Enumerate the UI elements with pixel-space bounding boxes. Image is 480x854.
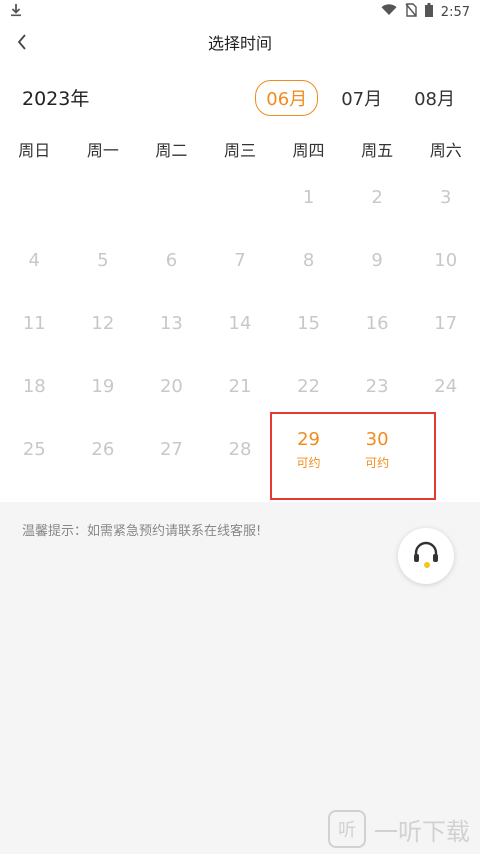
availability-label: 可约 xyxy=(365,455,390,470)
clock-time: 2:57 xyxy=(440,4,470,20)
calendar-panel: 2023年 06月 07月 08月 周日 周一 周二 周三 周四 周五 周六 1… xyxy=(0,64,480,502)
weekday-label: 周二 xyxy=(155,141,188,160)
page-title: 选择时间 xyxy=(207,34,272,53)
day-cell[interactable]: 25 xyxy=(0,418,69,481)
weekday-label: 周一 xyxy=(86,141,119,160)
month-tabs: 06月 07月 08月 xyxy=(255,80,464,116)
day-cell[interactable]: 17 xyxy=(411,292,480,355)
day-cell[interactable]: 30 可约 xyxy=(343,418,412,481)
day-cell[interactable]: 2 xyxy=(343,166,412,229)
day-cell[interactable]: 22 xyxy=(274,355,343,418)
day-cell[interactable]: 7 xyxy=(206,229,275,292)
empty-day-cell xyxy=(69,166,138,229)
day-number: 13 xyxy=(159,313,183,334)
weekday-label: 周三 xyxy=(223,141,256,160)
day-number: 19 xyxy=(91,376,115,397)
day-number: 1 xyxy=(302,187,315,208)
day-cell[interactable]: 18 xyxy=(0,355,69,418)
day-number: 22 xyxy=(297,376,321,397)
day-number: 3 xyxy=(439,187,452,208)
day-cell[interactable]: 16 xyxy=(343,292,412,355)
tip-text: 温馨提示：如需紧急预约请联系在线客服! xyxy=(22,524,262,539)
day-number: 23 xyxy=(365,376,389,397)
watermark-text: 一听下载 xyxy=(374,817,470,846)
day-number: 28 xyxy=(228,439,252,460)
day-cell[interactable]: 8 xyxy=(274,229,343,292)
download-icon xyxy=(10,3,22,21)
day-number: 15 xyxy=(297,313,321,334)
battery-icon xyxy=(424,3,433,21)
watermark: 听 一听下载 xyxy=(328,810,470,848)
day-number: 21 xyxy=(228,376,252,397)
day-cell[interactable]: 1 xyxy=(274,166,343,229)
weekday-label: 周四 xyxy=(292,141,325,160)
day-number: 9 xyxy=(371,250,383,271)
weekday-label: 周五 xyxy=(361,141,394,160)
day-cell[interactable]: 26 xyxy=(69,418,138,481)
day-number: 4 xyxy=(28,250,40,271)
day-cell[interactable]: 28 xyxy=(206,418,275,481)
day-number: 12 xyxy=(91,313,115,334)
day-number: 10 xyxy=(434,250,458,271)
day-number: 20 xyxy=(159,376,183,397)
day-number: 7 xyxy=(234,250,246,271)
day-cell[interactable]: 12 xyxy=(69,292,138,355)
day-number: 18 xyxy=(22,376,46,397)
day-cell[interactable]: 10 xyxy=(411,229,480,292)
availability-label: 可约 xyxy=(296,455,321,470)
headset-icon xyxy=(410,538,442,574)
day-number: 14 xyxy=(228,313,252,334)
status-indicators: 2:57 xyxy=(381,3,470,21)
empty-day-cell xyxy=(0,166,69,229)
day-cell[interactable]: 19 xyxy=(69,355,138,418)
day-cell[interactable]: 4 xyxy=(0,229,69,292)
year-label: 2023年 xyxy=(22,88,90,110)
day-cell[interactable]: 5 xyxy=(69,229,138,292)
day-number: 29 xyxy=(297,428,321,450)
status-bar: 2:57 xyxy=(0,0,480,24)
day-cell[interactable]: 14 xyxy=(206,292,275,355)
customer-service-button[interactable] xyxy=(398,528,454,584)
month-tab-07[interactable]: 07月 xyxy=(332,80,391,116)
empty-day-cell xyxy=(411,418,480,481)
day-number: 16 xyxy=(365,313,389,334)
day-cell[interactable]: 29 可约 xyxy=(274,418,343,481)
wifi-icon xyxy=(381,4,397,20)
day-cell[interactable]: 24 xyxy=(411,355,480,418)
weekday-label: 周六 xyxy=(429,141,462,160)
day-number: 2 xyxy=(371,187,383,208)
day-cell[interactable]: 21 xyxy=(206,355,275,418)
no-sim-icon xyxy=(405,3,417,21)
weekday-label: 周日 xyxy=(18,141,51,160)
day-number: 25 xyxy=(22,439,46,460)
watermark-logo: 听 xyxy=(328,810,366,848)
day-cell[interactable]: 20 xyxy=(137,355,206,418)
month-tab-06[interactable]: 06月 xyxy=(255,80,319,116)
day-number: 30 xyxy=(365,428,389,450)
day-number: 5 xyxy=(97,250,109,271)
day-number: 24 xyxy=(434,376,458,397)
day-number: 27 xyxy=(159,439,183,460)
day-cell[interactable]: 23 xyxy=(343,355,412,418)
day-number: 17 xyxy=(434,313,458,334)
day-number: 8 xyxy=(302,250,315,271)
day-cell[interactable]: 11 xyxy=(0,292,69,355)
day-number: 6 xyxy=(165,250,178,271)
day-grid: 1 2 3 4 5 6 7 8 9 10 11 12 13 14 15 16 17 18 19 20 21 22 23 24 2… xyxy=(0,166,480,481)
day-cell[interactable]: 6 xyxy=(137,229,206,292)
weekday-header: 周日 周一 周二 周三 周四 周五 周六 xyxy=(0,136,480,166)
day-cell[interactable]: 27 xyxy=(137,418,206,481)
month-tab-08[interactable]: 08月 xyxy=(405,80,464,116)
day-cell[interactable]: 15 xyxy=(274,292,343,355)
day-number: 11 xyxy=(22,313,46,334)
day-cell[interactable]: 3 xyxy=(411,166,480,229)
day-cell[interactable]: 9 xyxy=(343,229,412,292)
navigation-bar: 选择时间 xyxy=(0,24,480,65)
day-cell[interactable]: 13 xyxy=(137,292,206,355)
empty-day-cell xyxy=(137,166,206,229)
empty-day-cell xyxy=(206,166,275,229)
day-number: 26 xyxy=(91,439,115,460)
